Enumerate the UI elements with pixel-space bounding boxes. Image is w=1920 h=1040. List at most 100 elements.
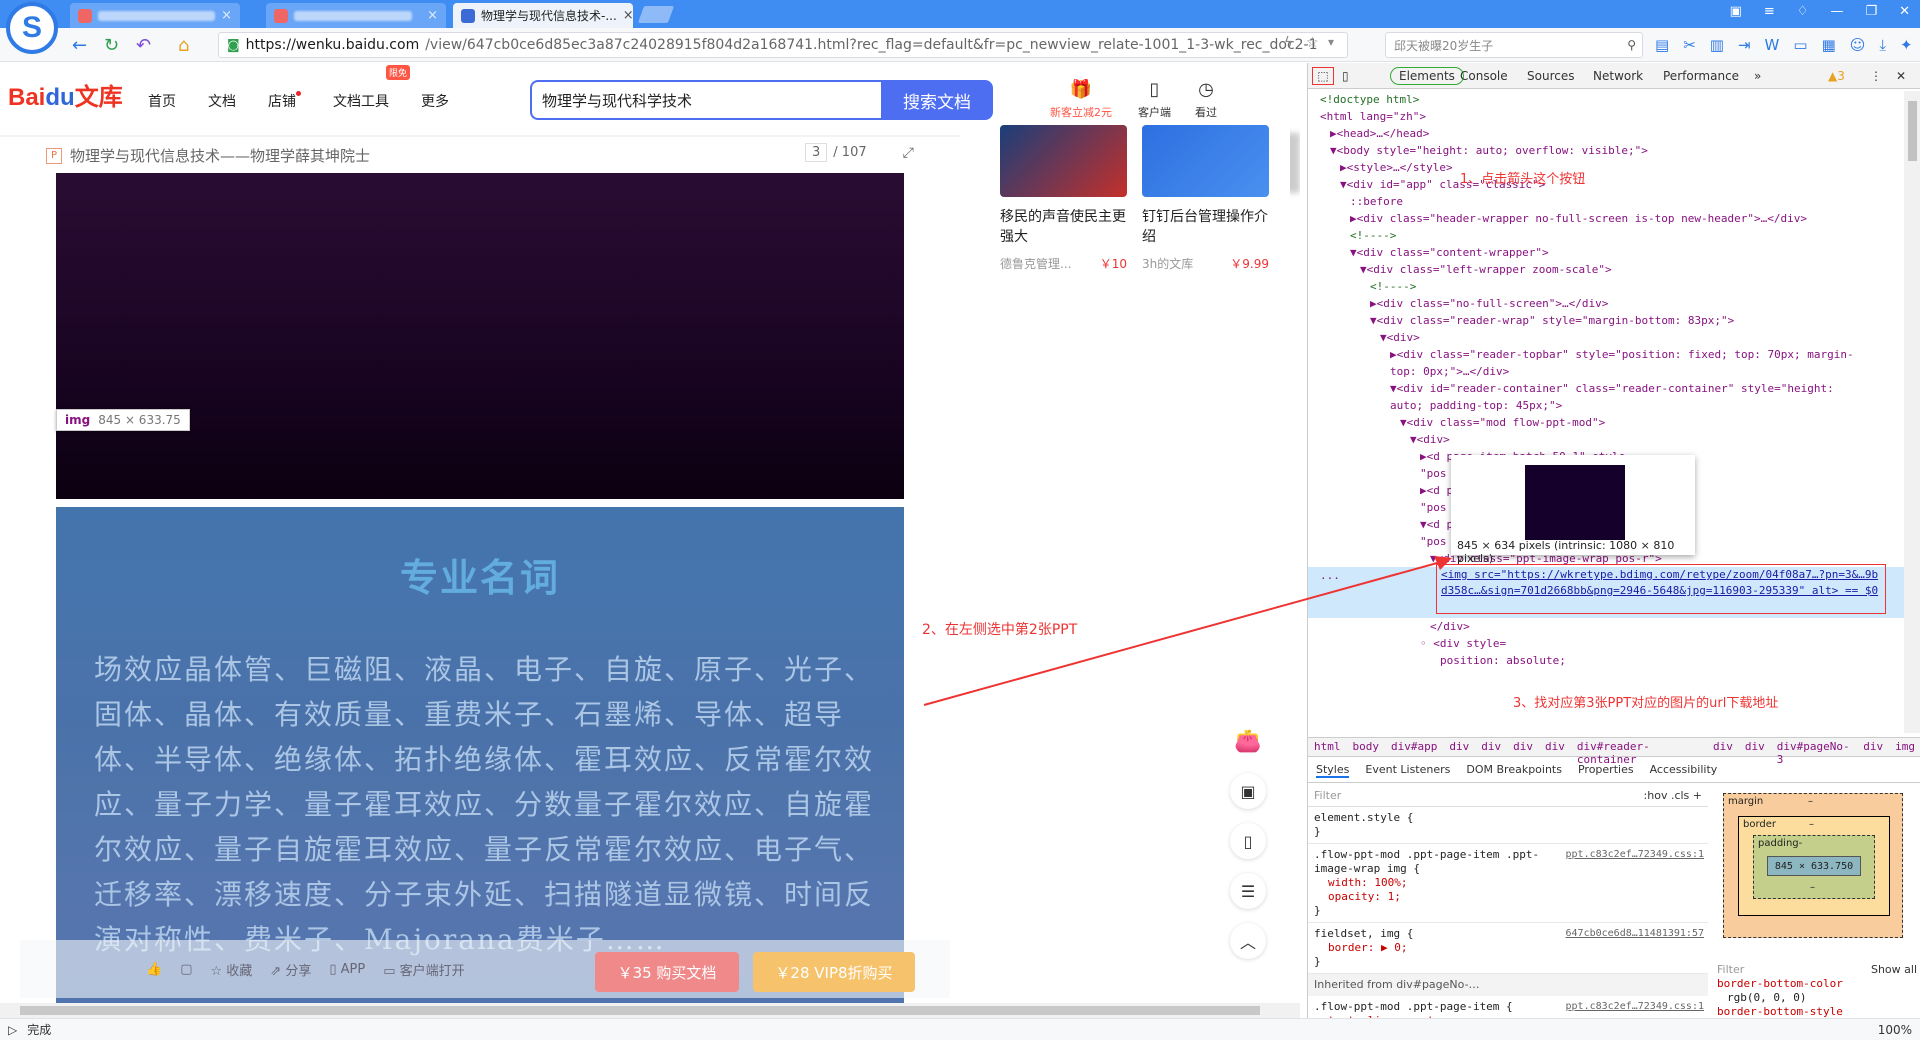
breadcrumb-item[interactable]: div xyxy=(1449,740,1469,754)
menu-icon[interactable]: ≡ xyxy=(1764,4,1775,19)
box-content[interactable]: 845 × 633.750 xyxy=(1767,856,1861,876)
dom-node-line[interactable]: ▼<div class="left-wrapper zoom-scale"> xyxy=(1308,261,1904,278)
undo-icon[interactable]: ↶ xyxy=(136,35,151,56)
rule-property[interactable]: width: 100%; xyxy=(1314,876,1702,890)
client-download[interactable]: ▯ 客户端 xyxy=(1138,79,1171,120)
tab-close-icon[interactable]: × xyxy=(427,8,438,23)
breadcrumb-item[interactable]: div xyxy=(1481,740,1501,754)
dom-node-line[interactable]: ▶<div class="header-wrapper no-full-scre… xyxy=(1308,210,1904,227)
rule-property[interactable]: opacity: 1; xyxy=(1314,890,1702,904)
dom-node-line[interactable]: <!doctype html> xyxy=(1308,91,1904,108)
share-button[interactable]: ⇗ 分享 xyxy=(270,960,311,979)
maximize-icon[interactable]: ❐ xyxy=(1865,4,1877,19)
rule-source-link[interactable]: 647cb0ce6d8…11481391:57 xyxy=(1566,927,1704,941)
device-toggle-icon[interactable]: ▯ xyxy=(1342,69,1349,83)
history[interactable]: ◷ 看过 xyxy=(1195,79,1217,120)
browser-tab-active[interactable]: 物理学与现代信息技术-... × xyxy=(453,3,633,28)
recommend-card[interactable]: 移民的声音使民主更强大 德鲁克管理... ￥10 xyxy=(1000,125,1127,272)
window-icon[interactable]: ▭ xyxy=(1793,36,1807,54)
doc-search-button[interactable]: 搜索文档 xyxy=(881,80,993,120)
app-button[interactable]: ▯ APP xyxy=(329,962,365,977)
dom-node-line[interactable]: ▼<div class="content-wrapper"> xyxy=(1308,244,1904,261)
dom-node-line[interactable]: <html lang="zh"> xyxy=(1308,108,1904,125)
style-rule[interactable]: fieldset, img {647cb0ce6d8…11481391:57 bo… xyxy=(1308,923,1708,974)
minimize-icon[interactable]: — xyxy=(1830,4,1843,19)
dom-node-line[interactable]: ▶<style>…</style> xyxy=(1308,159,1904,176)
home-icon[interactable]: ⌂ xyxy=(178,35,189,56)
red-packet-icon[interactable]: 👛 xyxy=(1230,723,1266,759)
dom-node-line[interactable]: position: absolute; xyxy=(1308,652,1904,669)
favorite-button[interactable]: ☆ 收藏 xyxy=(210,960,252,979)
hov-cls-toggles[interactable]: :hov .cls + xyxy=(1644,789,1702,802)
kebab-menu-icon[interactable]: ⋮ xyxy=(1870,69,1882,83)
search-engine-box[interactable]: 邱天被曝20岁生子 ⚲ xyxy=(1385,32,1643,58)
briefcase-icon[interactable]: ▣ xyxy=(1230,773,1266,809)
breadcrumb-item[interactable]: div xyxy=(1863,740,1883,754)
subtab-event-listeners[interactable]: Event Listeners xyxy=(1365,763,1450,778)
word-icon[interactable]: W xyxy=(1765,36,1780,54)
skin-icon[interactable]: ▣ xyxy=(1730,4,1742,19)
subtab-dom-breakpoints[interactable]: DOM Breakpoints xyxy=(1466,763,1562,778)
dom-tree[interactable]: <!doctype html> <html lang="zh"> ▶<head>…<… xyxy=(1308,91,1904,733)
dom-node-line[interactable]: <!----> xyxy=(1308,227,1904,244)
fullscreen-icon[interactable]: ⤢ xyxy=(903,145,914,161)
subtab-properties[interactable]: Properties xyxy=(1578,763,1634,778)
tab-elements[interactable]: Elements xyxy=(1390,67,1464,85)
dom-node-line[interactable]: ::before xyxy=(1308,193,1904,210)
rule-source-link[interactable]: ppt.c83c2ef…72349.css:1 xyxy=(1566,848,1704,862)
extension-icon[interactable]: ✦ xyxy=(1900,36,1913,54)
like-icon[interactable]: 👍 xyxy=(146,962,162,977)
warning-count[interactable]: ▲3 xyxy=(1828,69,1845,83)
nav-more[interactable]: 更多 xyxy=(421,91,449,111)
scissors-icon[interactable]: ✂ xyxy=(1683,36,1696,54)
zoom-level[interactable]: 100% xyxy=(1878,1023,1912,1037)
style-rule[interactable]: element.style {} xyxy=(1308,807,1708,844)
dom-scrollbar-thumb[interactable] xyxy=(1908,101,1917,161)
tab-network[interactable]: Network xyxy=(1593,69,1643,83)
recommend-card[interactable]: 钉钉后台管理操作介绍 3h的文库 ￥9.99 xyxy=(1142,125,1269,272)
dom-node-line[interactable]: ◦ <div style= xyxy=(1308,635,1904,652)
breadcrumb-item[interactable]: html xyxy=(1314,740,1341,754)
tab-close-icon[interactable]: × xyxy=(623,8,633,23)
feedback-icon[interactable]: ☰ xyxy=(1230,873,1266,909)
dom-node-line[interactable]: ▼<div> xyxy=(1308,431,1904,448)
download-icon[interactable]: ⤓ xyxy=(1879,36,1886,54)
dom-node-line[interactable]: ▼<div class="reader-wrap" style="margin-… xyxy=(1308,312,1904,329)
new-user-gift[interactable]: 🎁 新客立减2元 xyxy=(1050,79,1112,120)
dom-node-line[interactable]: ▼<div> xyxy=(1308,329,1904,346)
tab-console[interactable]: Console xyxy=(1460,69,1508,83)
doc-search-input[interactable]: 物理学与现代科学技术 xyxy=(530,80,892,120)
dom-node-line[interactable]: ▼<div id="app" class="classic"> xyxy=(1308,176,1904,193)
breadcrumb-item[interactable]: div xyxy=(1745,740,1765,754)
browser-tab-2[interactable]: × xyxy=(266,3,446,28)
scrollbar-thumb[interactable] xyxy=(20,1006,1260,1015)
show-all-toggle[interactable]: Show all xyxy=(1871,963,1917,977)
computed-prop[interactable]: border-bottom-style xyxy=(1713,1005,1920,1018)
dom-scrollbar[interactable] xyxy=(1904,91,1920,733)
tab-sources[interactable]: Sources xyxy=(1527,69,1574,83)
close-devtools-icon[interactable]: ✕ xyxy=(1896,69,1906,83)
mobile-icon[interactable]: ▯ xyxy=(1230,823,1266,859)
dom-node-line[interactable]: ▶<head>…</head> xyxy=(1308,125,1904,142)
vip-buy-button[interactable]: ￥28 VIP8折购买 xyxy=(753,952,915,992)
tab-close-icon[interactable]: × xyxy=(221,8,232,23)
breadcrumb-item[interactable]: div#app xyxy=(1391,740,1437,754)
breadcrumb-item[interactable]: div xyxy=(1713,740,1733,754)
dom-node-line[interactable]: auto; padding-top: 45px;"> xyxy=(1308,397,1904,414)
computed-filter[interactable]: Filter xyxy=(1717,963,1744,977)
search-icon[interactable]: ⚲ xyxy=(1627,38,1636,52)
page-current[interactable]: 3 xyxy=(805,143,828,162)
breadcrumb-item[interactable]: body xyxy=(1353,740,1380,754)
rule-source-link[interactable]: ppt.c83c2ef…72349.css:1 xyxy=(1566,1000,1704,1014)
styles-filter[interactable]: Filter:hov .cls + xyxy=(1308,785,1708,807)
dom-node-line[interactable]: ▶<div class="reader-topbar" style="posit… xyxy=(1308,346,1904,363)
sidebar-icon[interactable]: ▥ xyxy=(1710,36,1724,54)
selected-img-node[interactable]: <img src="https://wkretype.bdimg.com/ret… xyxy=(1436,564,1886,614)
lightning-icon[interactable]: ϟ xyxy=(1284,35,1293,51)
breadcrumb-item[interactable]: div#pageNo-3 xyxy=(1777,740,1852,766)
box-padding[interactable]: padding- 845 × 633.750 – xyxy=(1753,835,1875,899)
horizontal-scrollbar[interactable] xyxy=(0,1003,1300,1018)
open-client-button[interactable]: ▭ 客户端打开 xyxy=(383,960,464,979)
baidu-wenku-logo[interactable]: Baidu文库 xyxy=(8,77,123,112)
dom-node-line[interactable]: ▼<div class="mod flow-ppt-mod"> xyxy=(1308,414,1904,431)
